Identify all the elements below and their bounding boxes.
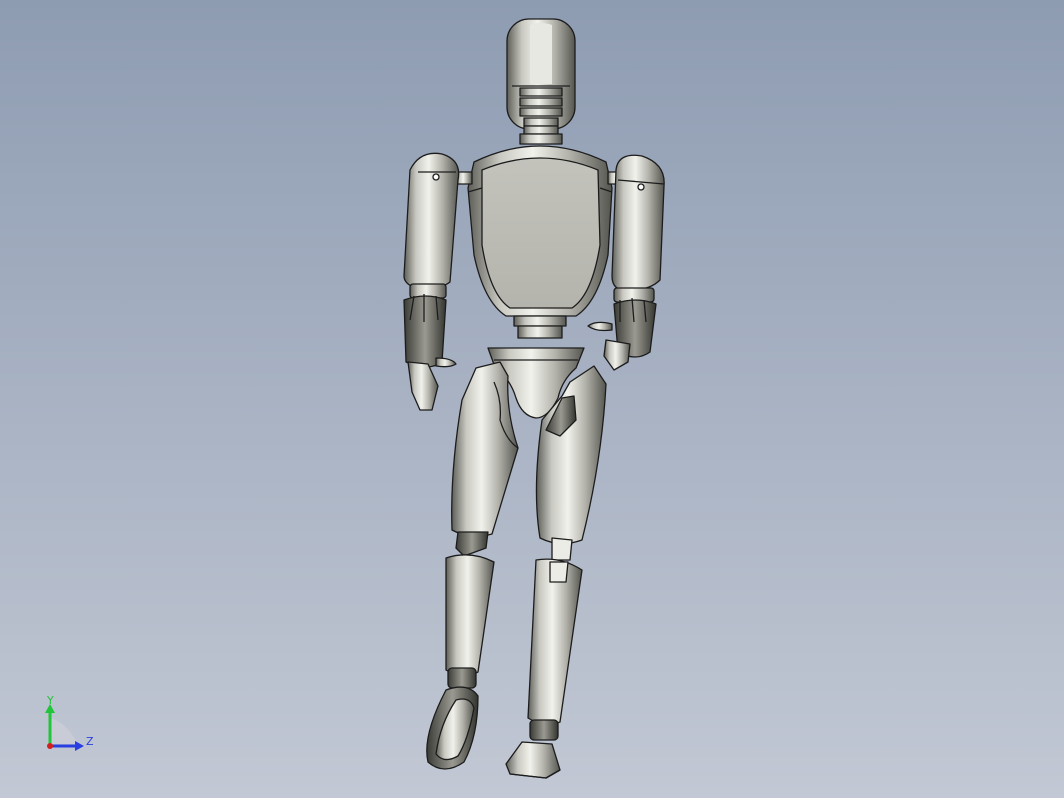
robot-torso[interactable] [467, 145, 613, 317]
view-orientation-triad: Y Z [45, 696, 94, 751]
triad-z-label: Z [86, 735, 94, 748]
robot-left-arm[interactable] [403, 152, 460, 411]
robot-neck[interactable] [519, 117, 563, 145]
robot-model[interactable] [0, 0, 1064, 798]
robot-head[interactable] [506, 18, 576, 130]
x-axis-dot [47, 743, 53, 749]
graphics-viewport[interactable]: Y Z [0, 0, 1064, 798]
robot-right-leg[interactable] [505, 365, 607, 779]
robot-left-leg[interactable] [426, 361, 519, 770]
triad-y-label: Y [46, 696, 54, 707]
robot-waist[interactable] [513, 315, 567, 339]
